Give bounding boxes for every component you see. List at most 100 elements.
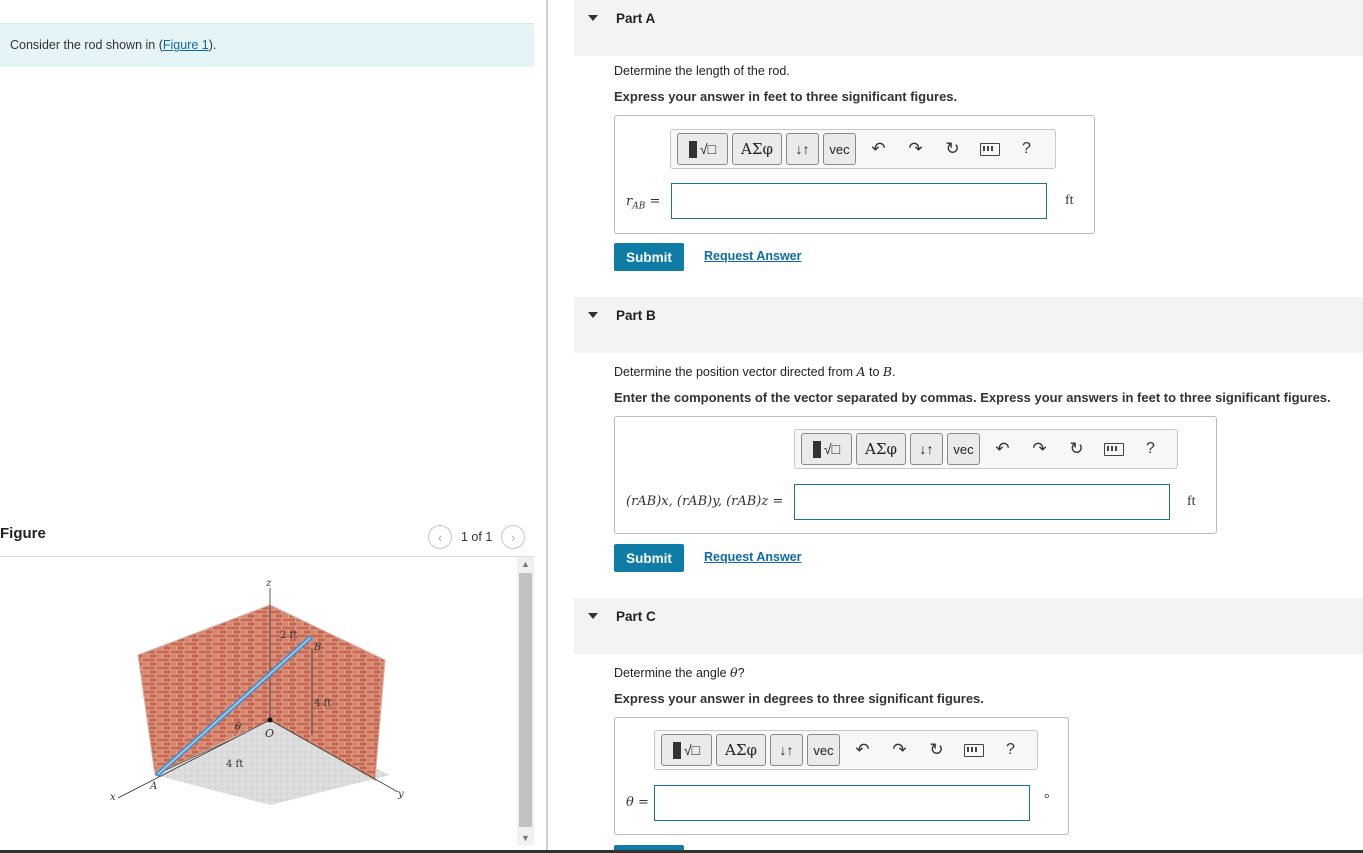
help-icon[interactable]: ? bbox=[992, 734, 1029, 766]
templates-icon: √□ bbox=[699, 141, 717, 157]
svg-text:4 ft: 4 ft bbox=[314, 698, 331, 709]
part-c-instruction: Express your answer in degrees to three … bbox=[614, 691, 984, 706]
redo-icon[interactable]: ↷ bbox=[897, 133, 934, 165]
svg-text:B: B bbox=[313, 642, 321, 653]
arrows-button[interactable]: ↓↑ bbox=[786, 133, 819, 165]
greek-button[interactable]: ΑΣφ bbox=[856, 433, 906, 465]
left-panel: Consider the rod shown in (Figure 1). Fi… bbox=[0, 0, 546, 853]
figure-link[interactable]: Figure 1 bbox=[163, 38, 209, 52]
undo-icon[interactable]: ↶ bbox=[860, 133, 897, 165]
arrows-button[interactable]: ↓↑ bbox=[770, 734, 803, 766]
part-b-answer-input[interactable] bbox=[794, 484, 1170, 520]
scroll-down-icon[interactable]: ▼ bbox=[517, 831, 534, 845]
prev-figure-button[interactable]: ‹ bbox=[428, 525, 452, 549]
vec-button[interactable]: vec bbox=[807, 734, 840, 766]
undo-icon[interactable]: ↶ bbox=[844, 734, 881, 766]
reset-icon[interactable]: ↻ bbox=[934, 133, 971, 165]
part-c-math-toolbar: √□ ΑΣφ ↓↑ vec ↶ ↷ ↻ ? bbox=[654, 730, 1038, 770]
part-b-question-prefix: Determine the position vector directed f… bbox=[614, 365, 857, 379]
part-b-header[interactable]: Part B bbox=[574, 297, 1363, 353]
rod-figure: z x y A B O θ 2 ft 4 ft 4 ft bbox=[110, 578, 404, 805]
svg-text:x: x bbox=[110, 792, 116, 803]
intro-prefix: Consider the rod shown in ( bbox=[10, 38, 163, 52]
scroll-up-icon[interactable]: ▲ bbox=[517, 557, 534, 571]
reset-icon[interactable]: ↻ bbox=[918, 734, 955, 766]
greek-button[interactable]: ΑΣφ bbox=[716, 734, 766, 766]
part-b-request-answer-link[interactable]: Request Answer bbox=[704, 550, 801, 564]
part-a-label: rAB = bbox=[626, 194, 660, 212]
panel-divider bbox=[546, 0, 548, 853]
part-b-submit-button[interactable]: Submit bbox=[614, 544, 684, 572]
arrows-icon: ↓↑ bbox=[779, 742, 794, 758]
part-c-header[interactable]: Part C bbox=[574, 598, 1363, 654]
part-b-math-toolbar: √□ ΑΣφ ↓↑ vec ↶ ↷ ↻ ? bbox=[794, 429, 1178, 469]
point-b-label: B bbox=[882, 364, 893, 379]
keyboard-icon[interactable] bbox=[955, 734, 992, 766]
greek-button[interactable]: ΑΣφ bbox=[732, 133, 782, 165]
keyboard-icon[interactable] bbox=[971, 133, 1008, 165]
collapse-triangle-icon bbox=[588, 613, 598, 619]
help-icon[interactable]: ? bbox=[1132, 433, 1169, 465]
figure-title: Figure bbox=[0, 525, 46, 542]
vec-icon: vec bbox=[953, 441, 974, 457]
svg-text:θ: θ bbox=[235, 722, 241, 733]
part-b-question-mid: to bbox=[865, 365, 883, 379]
part-a-label-equals: = bbox=[645, 194, 661, 209]
part-b-question-suffix: . bbox=[892, 365, 896, 379]
arrows-button[interactable]: ↓↑ bbox=[910, 433, 943, 465]
templates-icon: √□ bbox=[683, 742, 701, 758]
part-a-answer-input[interactable] bbox=[671, 183, 1047, 219]
collapse-triangle-icon bbox=[588, 15, 598, 21]
reset-icon[interactable]: ↻ bbox=[1058, 433, 1095, 465]
svg-text:y: y bbox=[397, 789, 404, 800]
greek-icon: ΑΣφ bbox=[725, 741, 757, 759]
collapse-triangle-icon bbox=[588, 312, 598, 318]
greek-icon: ΑΣφ bbox=[741, 140, 773, 158]
part-c-question-suffix: ? bbox=[737, 666, 745, 680]
svg-text:2 ft: 2 ft bbox=[280, 630, 297, 641]
part-a-submit-button[interactable]: Submit bbox=[614, 243, 684, 271]
part-c-unit: ° bbox=[1044, 792, 1050, 807]
help-icon[interactable]: ? bbox=[1008, 133, 1045, 165]
redo-icon[interactable]: ↷ bbox=[881, 734, 918, 766]
part-a-unit: ft bbox=[1065, 193, 1074, 208]
part-b-label: (rAB)x, (rAB)y, (rAB)z = bbox=[626, 494, 784, 509]
svg-text:O: O bbox=[265, 727, 274, 740]
part-a-title: Part A bbox=[616, 11, 656, 26]
redo-icon[interactable]: ↷ bbox=[1021, 433, 1058, 465]
keyboard-icon[interactable] bbox=[1095, 433, 1132, 465]
templates-icon: √□ bbox=[823, 441, 841, 457]
part-a-request-answer-link[interactable]: Request Answer bbox=[704, 249, 801, 263]
figure-pager: ‹ 1 of 1 › bbox=[428, 525, 526, 549]
vec-button[interactable]: vec bbox=[823, 133, 856, 165]
templates-button[interactable]: √□ bbox=[661, 734, 712, 766]
part-c-question-prefix: Determine the angle bbox=[614, 666, 731, 680]
part-c-label: θ = bbox=[626, 795, 649, 810]
part-c-answer-input[interactable] bbox=[654, 785, 1030, 821]
arrows-icon: ↓↑ bbox=[919, 441, 934, 457]
part-a-instruction: Express your answer in feet to three sig… bbox=[614, 89, 958, 104]
templates-button[interactable]: √□ bbox=[801, 433, 852, 465]
vec-button[interactable]: vec bbox=[947, 433, 980, 465]
point-a-label: A bbox=[856, 364, 866, 379]
figure-divider bbox=[0, 556, 534, 557]
part-b-unit: ft bbox=[1187, 494, 1196, 509]
problem-intro: Consider the rod shown in (Figure 1). bbox=[0, 23, 534, 67]
part-a-label-sub: AB bbox=[632, 201, 646, 212]
part-a-header[interactable]: Part A bbox=[574, 0, 1363, 56]
part-b-instruction: Enter the components of the vector separ… bbox=[614, 390, 1331, 405]
part-b-question: Determine the position vector directed f… bbox=[614, 364, 896, 379]
vec-icon: vec bbox=[813, 742, 834, 758]
chevron-left-icon: ‹ bbox=[437, 529, 443, 545]
part-c-title: Part C bbox=[616, 609, 656, 624]
undo-icon[interactable]: ↶ bbox=[984, 433, 1021, 465]
svg-text:A: A bbox=[149, 781, 157, 792]
next-figure-button[interactable]: › bbox=[501, 525, 526, 549]
figure-scrollbar[interactable]: ▲ ▼ bbox=[517, 557, 534, 845]
pager-label: 1 of 1 bbox=[461, 530, 493, 544]
part-a-question: Determine the length of the rod. bbox=[614, 64, 790, 78]
part-b-title: Part B bbox=[616, 308, 656, 323]
greek-icon: ΑΣφ bbox=[865, 440, 897, 458]
templates-button[interactable]: √□ bbox=[677, 133, 728, 165]
scroll-thumb[interactable] bbox=[519, 573, 532, 827]
